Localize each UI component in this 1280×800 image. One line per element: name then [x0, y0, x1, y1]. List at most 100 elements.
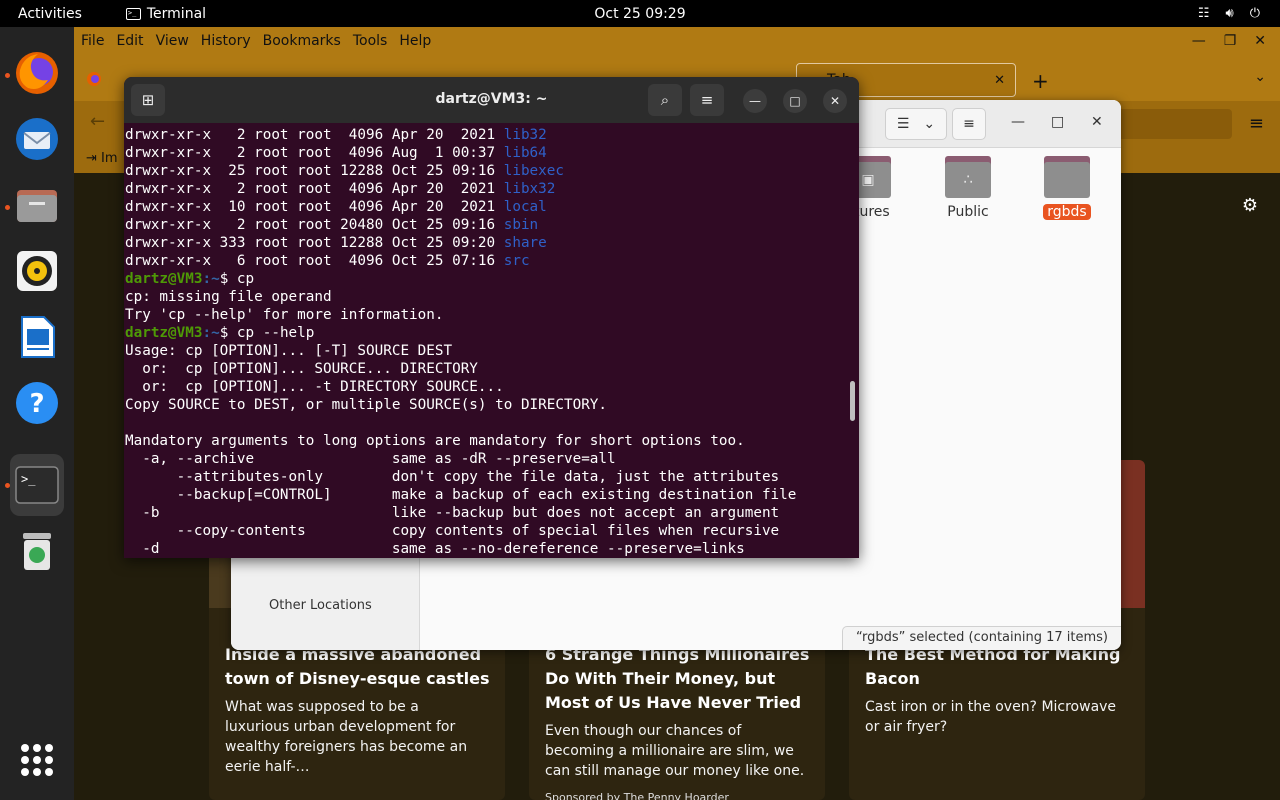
story-title: The Best Method for Making Bacon: [865, 645, 1121, 688]
close-button[interactable]: ✕: [823, 89, 847, 113]
dock-rhythmbox[interactable]: [10, 244, 64, 298]
story-excerpt: Cast iron or in the oven? Microwave or a…: [865, 699, 1117, 735]
dir-name: lib64: [503, 145, 547, 161]
firefox-menubar: File Edit View History Bookmarks Tools H…: [74, 27, 1280, 55]
firefox-window-controls: — ❐ ✕: [1192, 33, 1266, 49]
terminal-scrollbar[interactable]: [850, 381, 855, 421]
dir-name: libx32: [503, 181, 556, 197]
view-toggle-button[interactable]: ☰ ⌄: [885, 108, 947, 140]
dir-name: sbin: [503, 217, 539, 233]
import-bookmarks-label: Im: [101, 151, 118, 166]
ls-line: drwxr-xr-x 25 root root 12288 Oct 25 09:…: [125, 163, 564, 179]
libreoffice-writer-icon: [21, 316, 55, 358]
dock-terminal[interactable]: >_: [10, 454, 64, 516]
dock-help[interactable]: ?: [10, 376, 64, 430]
app-menu[interactable]: >_ Terminal: [125, 5, 207, 22]
maximize-icon[interactable]: ❐: [1224, 33, 1237, 49]
new-tab-button[interactable]: +: [1032, 69, 1049, 93]
close-icon[interactable]: ✕: [1091, 114, 1103, 130]
output-line: -a, --archive same as -dR --preserve=all: [125, 451, 616, 467]
close-tab-icon[interactable]: ✕: [994, 73, 1005, 88]
maximize-icon: □: [789, 94, 801, 108]
story-excerpt: Even though our chances of becoming a mi…: [545, 723, 805, 779]
activities-button[interactable]: Activities: [18, 6, 82, 22]
output-line: --backup[=CONTROL] make a backup of each…: [125, 487, 797, 503]
minimize-icon[interactable]: —: [1192, 33, 1206, 49]
dock-files[interactable]: [10, 178, 64, 232]
story-title: Inside a massive abandoned town of Disne…: [225, 645, 490, 688]
show-applications-button[interactable]: [21, 744, 53, 776]
folder-label: rgbds: [1043, 204, 1091, 220]
rhythmbox-icon: [17, 251, 57, 291]
app-menu-label: Terminal: [146, 5, 207, 22]
gear-icon[interactable]: ⚙: [1242, 195, 1258, 216]
share-icon: ∴: [963, 172, 973, 188]
clock[interactable]: Oct 25 09:29: [594, 6, 685, 22]
thunderbird-icon: [16, 118, 58, 160]
folder-icon: ∴: [945, 156, 991, 198]
status-bar: “rgbds” selected (containing 17 items): [842, 626, 1121, 650]
dock-writer[interactable]: [10, 310, 64, 364]
menu-edit[interactable]: Edit: [116, 33, 143, 49]
prompt-path: :~: [202, 325, 220, 341]
top-bar: Activities >_ Terminal Oct 25 09:29 ☷ 🔊︎…: [0, 0, 1280, 27]
ls-line: drwxr-xr-x 333 root root 12288 Oct 25 09…: [125, 235, 547, 251]
output-line: --attributes-only don't copy the file da…: [125, 469, 780, 485]
maximize-icon[interactable]: □: [1051, 114, 1064, 130]
folder-item-selected[interactable]: rgbds: [1032, 156, 1102, 220]
sidebar-item-other-locations[interactable]: Other Locations: [269, 598, 372, 613]
terminal-output[interactable]: drwxr-xr-x 2 root root 4096 Apr 20 2021 …: [125, 126, 845, 558]
dir-name: src: [503, 253, 530, 269]
output-line: Usage: cp [OPTION]... [-T] SOURCE DEST: [125, 343, 453, 359]
volume-icon: 🔊︎: [1225, 6, 1234, 21]
power-icon: ⏻: [1249, 6, 1260, 21]
search-button[interactable]: ⌕: [648, 84, 682, 116]
close-icon[interactable]: ✕: [1254, 33, 1266, 49]
prompt-user: dartz@VM3: [125, 325, 203, 341]
minimize-button[interactable]: —: [743, 89, 767, 113]
menu-view[interactable]: View: [156, 33, 189, 49]
hamburger-menu-icon: ≡: [963, 116, 975, 132]
prompt-user: dartz@VM3: [125, 271, 203, 287]
folder-item[interactable]: ∴ Public: [933, 156, 1003, 220]
firefox-icon: [16, 52, 58, 94]
command: cp: [236, 271, 255, 287]
minimize-icon: —: [749, 94, 761, 108]
svg-text:>_: >_: [21, 472, 36, 486]
back-arrow-icon[interactable]: ←: [90, 111, 105, 132]
output-line: Try 'cp --help' for more information.: [125, 307, 444, 323]
dir-name: share: [503, 235, 547, 251]
maximize-button[interactable]: □: [783, 89, 807, 113]
dock-firefox[interactable]: [10, 46, 64, 100]
url-bar[interactable]: [1114, 109, 1232, 139]
dock-thunderbird[interactable]: [10, 112, 64, 166]
story-excerpt: What was supposed to be a luxurious urba…: [225, 699, 468, 775]
files-menu-button[interactable]: ≡: [952, 108, 986, 140]
system-tray[interactable]: ☷ 🔊︎ ⏻: [1198, 6, 1260, 21]
chevron-down-icon[interactable]: ⌄: [1254, 69, 1266, 85]
menu-bookmarks[interactable]: Bookmarks: [263, 33, 341, 49]
dock: ? >_: [0, 27, 74, 800]
menu-history[interactable]: History: [201, 33, 251, 49]
svg-text:?: ?: [29, 389, 44, 419]
folder-icon: [1044, 156, 1090, 198]
dock-trash[interactable]: [10, 524, 64, 578]
terminal-window: ⊞ dartz@VM3: ~ ⌕ ≡ — □ ✕ drwxr-xr-x 2 ro…: [124, 77, 859, 558]
terminal-icon: >_: [125, 7, 141, 20]
story-sponsor: Sponsored by The Penny Hoarder: [545, 791, 729, 800]
terminal-icon: >_: [15, 466, 59, 504]
ls-line: drwxr-xr-x 2 root root 4096 Apr 20 2021 …: [125, 181, 556, 197]
folder-label: Public: [947, 204, 989, 220]
menu-tools[interactable]: Tools: [353, 33, 388, 49]
menu-help[interactable]: Help: [399, 33, 431, 49]
dir-name: local: [503, 199, 547, 215]
menu-file[interactable]: File: [81, 33, 104, 49]
terminal-menu-button[interactable]: ≡: [690, 84, 724, 116]
import-bookmarks-button[interactable]: ⇥ Im: [86, 151, 118, 166]
ls-line: drwxr-xr-x 10 root root 4096 Apr 20 2021…: [125, 199, 547, 215]
output-line: Copy SOURCE to DEST, or multiple SOURCE(…: [125, 397, 608, 413]
chevron-down-icon: ⌄: [923, 116, 936, 132]
hamburger-menu-icon[interactable]: ≡: [1249, 113, 1264, 134]
minimize-icon[interactable]: —: [1011, 114, 1025, 130]
help-icon: ?: [16, 382, 58, 424]
